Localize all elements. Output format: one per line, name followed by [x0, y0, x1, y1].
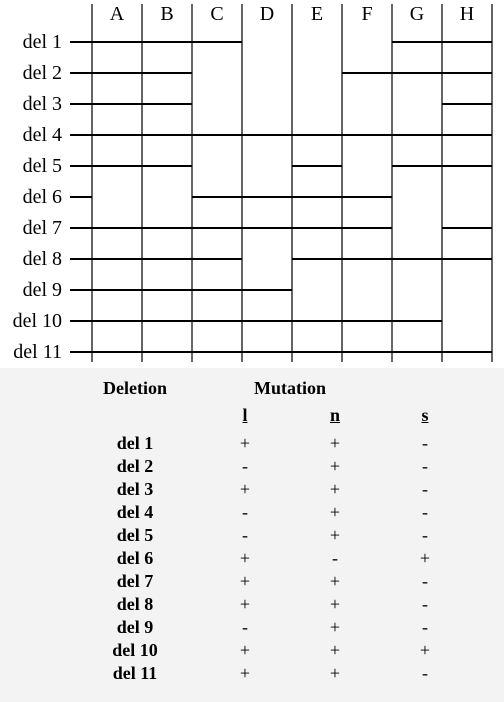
table-row: del 7++-: [70, 570, 470, 593]
cell-s: -: [380, 455, 470, 478]
cell-s: -: [380, 662, 470, 685]
cell-n: +: [290, 455, 380, 478]
cell-n: +: [290, 524, 380, 547]
col-header-D: D: [260, 3, 274, 25]
row-name: del 2: [70, 455, 200, 478]
row-label: del 8: [23, 248, 62, 270]
table-row: del 11++-: [70, 662, 470, 685]
row-name: del 7: [70, 570, 200, 593]
row-name: del 6: [70, 547, 200, 570]
cell-s: -: [380, 432, 470, 455]
col-header-C: C: [210, 3, 223, 25]
table-row: del 1++-: [70, 432, 470, 455]
cell-s: -: [380, 501, 470, 524]
row-label: del 4: [23, 124, 62, 146]
table-row: del 3++-: [70, 478, 470, 501]
mutation-table-body: del 1++-del 2-+-del 3++-del 4-+-del 5-+-…: [70, 432, 470, 685]
table-row: del 5-+-: [70, 524, 470, 547]
cell-n: +: [290, 616, 380, 639]
cell-l: +: [200, 593, 290, 616]
cell-l: +: [200, 639, 290, 662]
row-label: del 9: [23, 279, 62, 301]
row-label: del 3: [23, 93, 62, 115]
mutation-table-head: Deletion Mutation l n s: [70, 378, 470, 432]
header-deletion: Deletion: [70, 378, 200, 405]
cell-n: +: [290, 478, 380, 501]
row-name: del 10: [70, 639, 200, 662]
header-blank: [380, 378, 470, 405]
row-label: del 11: [13, 341, 62, 363]
row-name: del 11: [70, 662, 200, 685]
row-label: del 2: [23, 62, 62, 84]
col-header-F: F: [361, 3, 372, 25]
cell-s: -: [380, 570, 470, 593]
col-header-G: G: [410, 3, 424, 25]
row-label: del 1: [23, 31, 62, 53]
mutation-table-panel: Deletion Mutation l n s del 1++-del 2-+-…: [0, 368, 504, 702]
cell-n: +: [290, 662, 380, 685]
cell-s: -: [380, 593, 470, 616]
row-name: del 4: [70, 501, 200, 524]
mutation-table: Deletion Mutation l n s del 1++-del 2-+-…: [70, 378, 470, 685]
cell-l: -: [200, 616, 290, 639]
table-row: del 2-+-: [70, 455, 470, 478]
table-row: del 8++-: [70, 593, 470, 616]
cell-l: +: [200, 478, 290, 501]
cell-s: +: [380, 547, 470, 570]
row-label: del 10: [13, 310, 62, 332]
header-spacer: [70, 405, 200, 432]
row-name: del 5: [70, 524, 200, 547]
row-label: del 6: [23, 186, 62, 208]
cell-n: -: [290, 547, 380, 570]
cell-l: -: [200, 455, 290, 478]
col-header-E: E: [311, 3, 323, 25]
cell-l: +: [200, 570, 290, 593]
table-row: del 4-+-: [70, 501, 470, 524]
cell-l: +: [200, 662, 290, 685]
deletion-map-svg: A B C D E F G Hdel 1 del 2 del 3 del 4 del 5 del 6 de…: [0, 0, 504, 368]
cell-s: -: [380, 478, 470, 501]
row-name: del 9: [70, 616, 200, 639]
deletion-map-diagram: A B C D E F G Hdel 1 del 2 del 3 del 4 del 5 del 6 de…: [0, 0, 504, 368]
table-row: del 9-+-: [70, 616, 470, 639]
row-name: del 1: [70, 432, 200, 455]
cell-s: -: [380, 524, 470, 547]
cell-n: +: [290, 501, 380, 524]
table-row: del 10+++: [70, 639, 470, 662]
header-mutation: Mutation: [200, 378, 380, 405]
cell-l: -: [200, 524, 290, 547]
col-header-H: H: [460, 3, 474, 25]
row-label: del 7: [23, 217, 62, 239]
cell-n: +: [290, 639, 380, 662]
cell-l: +: [200, 547, 290, 570]
row-label: del 5: [23, 155, 62, 177]
cell-s: -: [380, 616, 470, 639]
col-s: s: [380, 405, 470, 432]
col-header-A: A: [110, 3, 125, 25]
col-n: n: [290, 405, 380, 432]
row-name: del 3: [70, 478, 200, 501]
cell-n: +: [290, 432, 380, 455]
cell-n: +: [290, 570, 380, 593]
cell-s: +: [380, 639, 470, 662]
cell-l: +: [200, 432, 290, 455]
cell-n: +: [290, 593, 380, 616]
row-name: del 8: [70, 593, 200, 616]
col-header-B: B: [160, 3, 173, 25]
cell-l: -: [200, 501, 290, 524]
table-row: del 6+-+: [70, 547, 470, 570]
col-l: l: [200, 405, 290, 432]
